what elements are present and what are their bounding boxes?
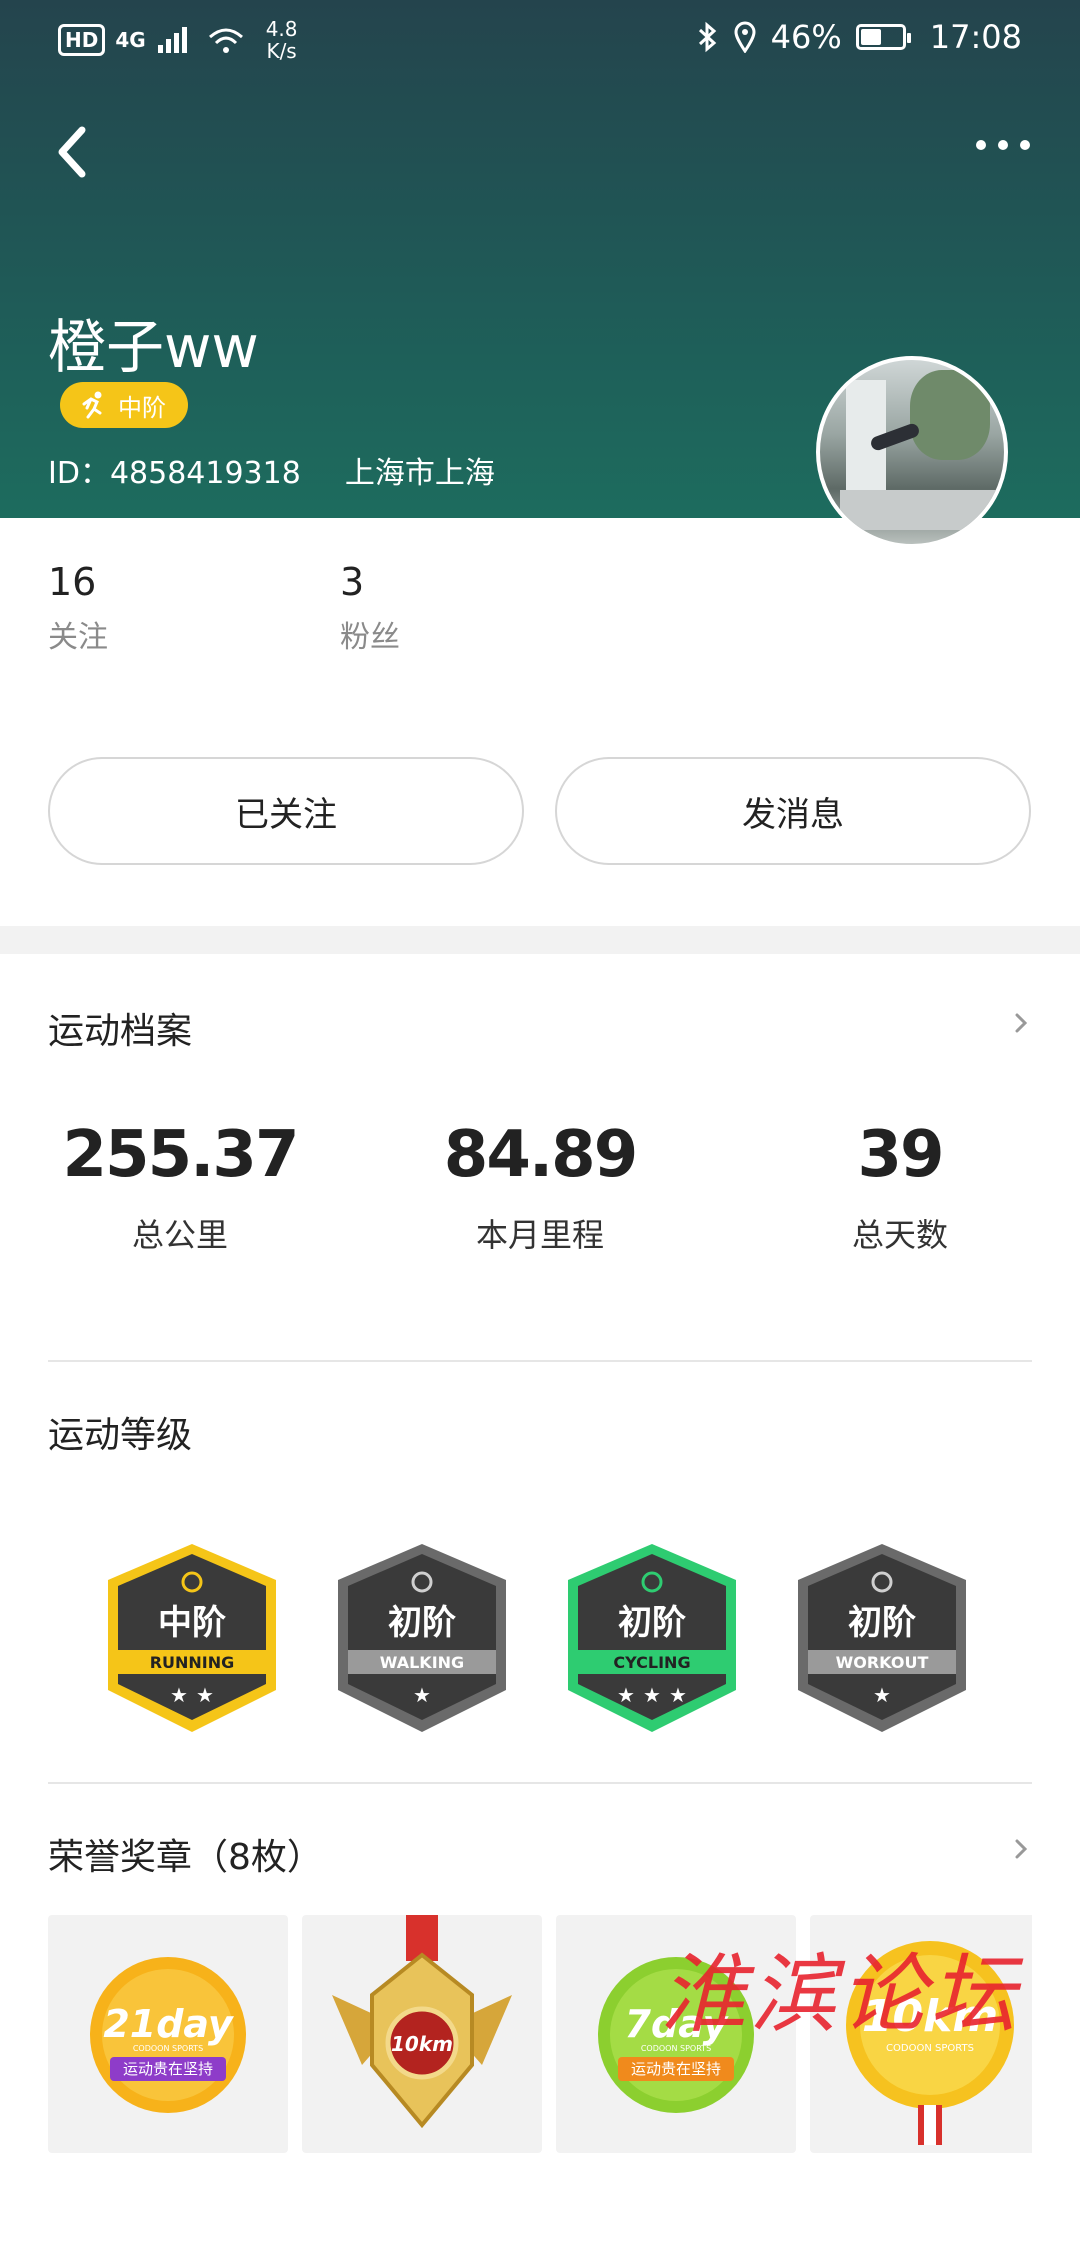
medal-7day-caption: 运动贵在坚持	[631, 2060, 721, 2078]
badge-level-text: 初阶	[388, 1603, 456, 1643]
svg-text:★: ★	[873, 1683, 891, 1707]
level-badge-walking[interactable]: 初阶 WALKING ★	[330, 1540, 514, 1736]
svg-text:★: ★	[170, 1683, 188, 1707]
sports-profile-title[interactable]: 运动档案	[48, 1002, 192, 1054]
following-label: 关注	[48, 620, 108, 655]
badge-level-text: 初阶	[618, 1603, 686, 1643]
speed-value: 4.8	[265, 17, 298, 41]
user-id: ID：4858419318	[48, 456, 301, 491]
clock: 17:08	[929, 18, 1022, 56]
section-divider	[0, 926, 1080, 954]
badge-sport-text: RUNNING	[150, 1653, 235, 1672]
battery-percent: 46%	[770, 18, 842, 56]
followers-label: 粉丝	[340, 620, 400, 655]
medal-21day-caption: 运动贵在坚持	[123, 2060, 213, 2078]
divider-line	[48, 1782, 1032, 1784]
following-count: 16	[48, 560, 97, 604]
level-badge-cycling[interactable]: 初阶 CYCLING ★ ★ ★	[560, 1540, 744, 1736]
sports-level-title: 运动等级	[48, 1415, 193, 1456]
svg-text:★: ★	[196, 1683, 214, 1707]
medal-21day[interactable]: 21day 运动贵在坚持 CODOON SPORTS	[48, 1915, 288, 2153]
level-label: 中阶	[118, 393, 166, 422]
medal-10km-gold[interactable]: 10km	[302, 1915, 542, 2153]
total-km-label: 总公里	[131, 1216, 228, 1254]
badge-level-text: 初阶	[848, 1603, 916, 1643]
medal-10km-name: 10km	[391, 2032, 453, 2056]
level-badge-workout[interactable]: 初阶 WORKOUT ★	[790, 1540, 974, 1736]
level-badge: 中阶	[60, 382, 188, 428]
followers-count: 3	[340, 560, 365, 604]
month-km-label: 本月里程	[475, 1216, 604, 1254]
battery-icon	[855, 24, 911, 50]
honor-medals-title[interactable]: 荣誉奖章（8枚）	[48, 1828, 323, 1880]
level-badge-running[interactable]: 中阶 RUNNING ★ ★	[100, 1540, 284, 1736]
status-bar: HD 4G 4.8 K/s 46% 17:08	[0, 0, 1080, 80]
followed-button[interactable]: 已关注	[48, 757, 524, 865]
total-days-value: 39	[857, 1118, 944, 1192]
social-stats: 16 关注 3 粉丝	[48, 560, 632, 656]
svg-text:★: ★	[669, 1683, 687, 1707]
total-days-metric: 39 总天数	[750, 1118, 1050, 1256]
chevron-right-icon[interactable]	[1010, 1838, 1032, 1860]
wifi-icon	[208, 28, 243, 53]
network-type: 4G	[115, 28, 146, 52]
badge-level-text: 中阶	[158, 1603, 226, 1643]
hd-indicator: HD	[58, 24, 106, 56]
medal-21day-name: 21day	[103, 2002, 235, 2046]
badge-sport-text: CYCLING	[613, 1653, 690, 1672]
user-location: 上海市上海	[344, 456, 495, 491]
following-stat[interactable]: 16 关注	[48, 560, 340, 656]
badge-sport-text: WALKING	[380, 1653, 464, 1672]
badge-sport-text: WORKOUT	[836, 1653, 929, 1672]
bluetooth-icon	[698, 21, 716, 53]
avatar[interactable]	[816, 356, 1008, 548]
back-arrow-icon[interactable]	[52, 122, 92, 182]
forum-watermark: 淮滨论坛	[660, 1945, 1020, 2045]
month-km-value: 84.89	[443, 1118, 638, 1192]
total-km-value: 255.37	[62, 1118, 300, 1192]
svg-text:★: ★	[617, 1683, 635, 1707]
send-message-button[interactable]: 发消息	[555, 757, 1031, 865]
speed-unit: K/s	[266, 39, 297, 63]
signal-icon	[157, 27, 187, 53]
month-km-metric: 84.89 本月里程	[390, 1118, 690, 1256]
running-icon	[82, 391, 102, 419]
network-speed: 4.8 K/s	[266, 18, 298, 62]
medal-21day-art: 21day 运动贵在坚持 CODOON SPORTS	[90, 1957, 246, 2113]
username: 橙子ww	[48, 313, 259, 381]
medal-10km-gold-art: 10km	[332, 1915, 512, 2129]
svg-text:★: ★	[643, 1683, 661, 1707]
followers-stat[interactable]: 3 粉丝	[340, 560, 632, 656]
chevron-right-icon[interactable]	[1010, 1012, 1032, 1034]
more-options-icon[interactable]	[976, 140, 1030, 150]
location-icon	[734, 21, 756, 53]
divider-line	[48, 1360, 1032, 1362]
total-km-metric: 255.37 总公里	[30, 1118, 330, 1256]
svg-text:★: ★	[413, 1683, 431, 1707]
total-days-label: 总天数	[851, 1216, 948, 1254]
id-location-line: ID：4858419318 上海市上海	[48, 448, 495, 492]
medal-21day-sub: CODOON SPORTS	[133, 2044, 203, 2053]
